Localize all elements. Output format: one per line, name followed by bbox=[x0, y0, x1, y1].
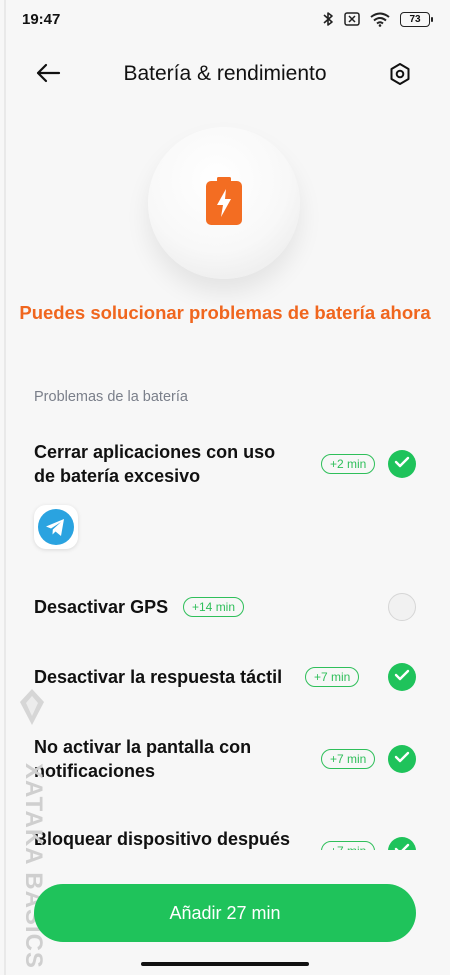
item-label: Desactivar la respuesta táctil bbox=[34, 667, 283, 687]
wifi-icon bbox=[370, 12, 390, 27]
list-item-lock-device[interactable]: Bloquear dispositivo después +7 min bbox=[0, 827, 450, 850]
time-badge: +7 min bbox=[321, 749, 376, 769]
time-badge: +7 min bbox=[321, 841, 376, 850]
add-time-button[interactable]: Añadir 27 min bbox=[34, 884, 416, 942]
list-item-haptics[interactable]: Desactivar la respuesta táctil +7 min bbox=[0, 663, 450, 701]
item-label-line: Cerrar aplicaciones con uso bbox=[34, 442, 276, 462]
item-label-line: de batería excesivo bbox=[34, 466, 201, 486]
checkmark-icon bbox=[394, 842, 410, 850]
status-bar: 19:47 73 bbox=[0, 0, 450, 38]
item-label-line: No activar la pantalla con bbox=[34, 737, 252, 757]
check-toggle[interactable] bbox=[388, 593, 416, 621]
check-toggle[interactable] bbox=[388, 450, 416, 478]
section-label: Problemas de la batería bbox=[34, 389, 188, 405]
no-sim-icon bbox=[344, 12, 360, 26]
item-label-line: notificaciones bbox=[34, 761, 156, 781]
watermark-text: XATAKA BASICS bbox=[20, 763, 47, 969]
status-icons: 73 bbox=[322, 11, 433, 27]
time-badge: +14 min bbox=[183, 597, 245, 617]
page-title: Batería & rendimiento bbox=[123, 62, 327, 85]
list-item-notifications[interactable]: No activar la pantalla con notificacione… bbox=[0, 735, 450, 787]
watermark-logo-icon bbox=[20, 689, 44, 725]
gear-icon bbox=[388, 62, 412, 91]
app-bar: Batería & rendimiento bbox=[0, 50, 450, 100]
item-label: Desactivar GPS bbox=[34, 597, 169, 617]
battery-indicator: 73 bbox=[400, 11, 433, 27]
checkmark-icon bbox=[394, 668, 410, 686]
bluetooth-icon bbox=[322, 11, 334, 27]
checkmark-icon bbox=[394, 750, 410, 768]
settings-button[interactable] bbox=[384, 60, 416, 92]
issues-list: Cerrar aplicaciones con uso de batería e… bbox=[0, 430, 450, 850]
battery-headline: Puedes solucionar problemas de batería a… bbox=[19, 302, 431, 323]
checkmark-icon bbox=[394, 455, 410, 473]
battery-hero-orb bbox=[148, 127, 300, 279]
status-time: 19:47 bbox=[22, 10, 61, 28]
list-item-gps[interactable]: Desactivar GPS +14 min bbox=[0, 593, 450, 631]
list-item-close-apps[interactable]: Cerrar aplicaciones con uso de batería e… bbox=[0, 440, 450, 570]
home-indicator[interactable] bbox=[141, 962, 309, 966]
item-label: No activar la pantalla con notificacione… bbox=[34, 735, 251, 783]
telegram-icon bbox=[34, 505, 78, 549]
check-toggle[interactable] bbox=[388, 663, 416, 691]
time-badge: +7 min bbox=[305, 667, 360, 687]
time-badge: +2 min bbox=[321, 454, 376, 474]
check-toggle[interactable] bbox=[388, 837, 416, 850]
item-label: Bloquear dispositivo después bbox=[34, 829, 291, 849]
item-label: Cerrar aplicaciones con uso de batería e… bbox=[34, 440, 275, 488]
check-toggle[interactable] bbox=[388, 745, 416, 773]
battery-charging-icon bbox=[206, 176, 242, 230]
